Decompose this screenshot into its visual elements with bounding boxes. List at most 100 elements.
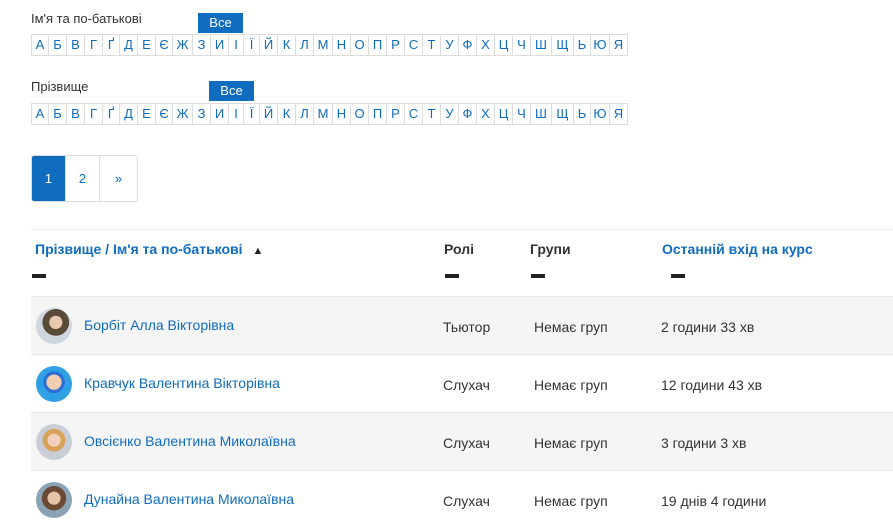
user-name-link[interactable]: Кравчук Валентина Вікторівна xyxy=(84,375,280,391)
last-name-letter-link[interactable]: Є xyxy=(156,104,173,124)
hide-groups-column-icon[interactable] xyxy=(531,274,545,278)
last-name-letter-link[interactable]: А xyxy=(32,104,49,124)
first-name-letter-link[interactable]: Х xyxy=(477,35,495,55)
hide-name-column-icon[interactable] xyxy=(32,274,46,278)
next-page-link[interactable]: » xyxy=(100,156,137,201)
last-name-letter-link[interactable]: И xyxy=(211,104,229,124)
first-name-letter-link[interactable]: Ґ xyxy=(103,35,120,55)
last-name-letter-link[interactable]: Я xyxy=(610,104,627,124)
first-name-letter-link[interactable]: С xyxy=(405,35,423,55)
last-access-cell: 12 години 43 хв xyxy=(661,377,763,393)
last-name-letter-link[interactable]: Л xyxy=(296,104,314,124)
last-name-letter-link[interactable]: Н xyxy=(333,104,351,124)
first-name-letter-link[interactable]: Я xyxy=(610,35,627,55)
last-name-letter-link[interactable]: Р xyxy=(387,104,405,124)
first-name-letter-link[interactable]: Ю xyxy=(591,35,610,55)
last-name-letter-link[interactable]: Ш xyxy=(531,104,552,124)
last-name-alphabet-bar: АБВГҐДЕЄЖЗИІЇЙКЛМНОПРСТУФХЦЧШЩЬЮЯ xyxy=(31,103,628,125)
table-row: Борбіт Алла Вікторівна Тьютор Немає груп… xyxy=(31,296,893,355)
last-name-letter-link[interactable]: Ч xyxy=(513,104,531,124)
last-access-cell: 3 години 3 хв xyxy=(661,435,747,451)
name-column-label: Прізвище / Ім'я та по-батькові xyxy=(35,241,243,257)
hide-roles-column-icon[interactable] xyxy=(445,274,459,278)
table-row: Дунайна Валентина Миколаївна Слухач Нема… xyxy=(31,470,893,529)
first-name-letter-link[interactable]: Ф xyxy=(459,35,477,55)
last-name-letter-link[interactable]: Т xyxy=(423,104,441,124)
last-name-letter-link[interactable]: Ю xyxy=(591,104,610,124)
first-name-letter-link[interactable]: Ц xyxy=(495,35,513,55)
last-name-letter-link[interactable]: Е xyxy=(138,104,156,124)
last-name-letter-link[interactable]: Ї xyxy=(244,104,260,124)
group-cell: Немає груп xyxy=(534,319,608,335)
last-name-letter-link[interactable]: Й xyxy=(260,104,278,124)
first-name-letter-link[interactable]: А xyxy=(32,35,49,55)
first-name-letter-link[interactable]: Ш xyxy=(531,35,552,55)
last-name-letter-link[interactable]: С xyxy=(405,104,423,124)
first-name-letter-link[interactable]: Г xyxy=(85,35,103,55)
last-name-letter-link[interactable]: У xyxy=(441,104,459,124)
first-name-letter-link[interactable]: Е xyxy=(138,35,156,55)
last-name-letter-link[interactable]: Х xyxy=(477,104,495,124)
last-name-letter-link[interactable]: Г xyxy=(85,104,103,124)
first-name-letter-link[interactable]: З xyxy=(193,35,211,55)
first-name-letter-link[interactable]: П xyxy=(369,35,387,55)
user-name-link[interactable]: Овсієнко Валентина Миколаївна xyxy=(84,433,296,449)
last-name-letter-link[interactable]: Ь xyxy=(574,104,591,124)
last-access-cell: 2 години 33 хв xyxy=(661,319,755,335)
user-avatar[interactable] xyxy=(36,308,72,344)
first-name-letter-link[interactable]: Ь xyxy=(574,35,591,55)
first-name-letter-link[interactable]: У xyxy=(441,35,459,55)
last-access-column-header[interactable]: Останній вхід на курс xyxy=(662,241,813,257)
first-name-letter-link[interactable]: І xyxy=(229,35,244,55)
first-name-letter-link[interactable]: К xyxy=(278,35,296,55)
first-name-letter-link[interactable]: Ї xyxy=(244,35,260,55)
last-name-letter-link[interactable]: К xyxy=(278,104,296,124)
name-column-header[interactable]: Прізвище / Ім'я та по-батькові ▲ xyxy=(35,241,263,257)
first-name-letter-link[interactable]: Ж xyxy=(173,35,193,55)
hide-last-access-column-icon[interactable] xyxy=(671,274,685,278)
table-header-divider xyxy=(31,229,893,230)
user-name-link[interactable]: Борбіт Алла Вікторівна xyxy=(84,317,234,333)
user-avatar[interactable] xyxy=(36,482,72,518)
first-name-letter-link[interactable]: И xyxy=(211,35,229,55)
role-cell: Слухач xyxy=(443,377,490,393)
first-name-all-button[interactable]: Все xyxy=(198,13,243,33)
first-name-letter-link[interactable]: Р xyxy=(387,35,405,55)
first-name-letter-link[interactable]: Н xyxy=(333,35,351,55)
last-name-letter-link[interactable]: Ґ xyxy=(103,104,120,124)
last-name-letter-link[interactable]: Ф xyxy=(459,104,477,124)
last-name-letter-link[interactable]: Б xyxy=(49,104,67,124)
page-2-link[interactable]: 2 xyxy=(66,156,100,201)
first-name-letter-link[interactable]: В xyxy=(67,35,85,55)
first-name-letter-link[interactable]: Є xyxy=(156,35,173,55)
first-name-letter-link[interactable]: О xyxy=(351,35,369,55)
first-name-letter-link[interactable]: Щ xyxy=(552,35,574,55)
first-name-letter-link[interactable]: Л xyxy=(296,35,314,55)
user-avatar[interactable] xyxy=(36,424,72,460)
last-name-letter-link[interactable]: П xyxy=(369,104,387,124)
last-name-letter-link[interactable]: О xyxy=(351,104,369,124)
first-name-letter-link[interactable]: Й xyxy=(260,35,278,55)
last-name-letter-link[interactable]: В xyxy=(67,104,85,124)
first-name-letter-link[interactable]: Б xyxy=(49,35,67,55)
last-name-letter-link[interactable]: Ж xyxy=(173,104,193,124)
last-name-letter-link[interactable]: Ц xyxy=(495,104,513,124)
role-cell: Слухач xyxy=(443,435,490,451)
first-name-letter-link[interactable]: М xyxy=(314,35,333,55)
groups-column-header: Групи xyxy=(530,241,571,257)
page-1-link[interactable]: 1 xyxy=(32,156,66,201)
last-access-cell: 19 днів 4 години xyxy=(661,493,767,509)
last-name-all-button[interactable]: Все xyxy=(209,81,254,101)
first-name-letter-link[interactable]: Т xyxy=(423,35,441,55)
last-name-letter-link[interactable]: Д xyxy=(120,104,138,124)
last-name-letter-link[interactable]: Щ xyxy=(552,104,574,124)
last-name-letter-link[interactable]: З xyxy=(193,104,211,124)
table-row: Овсієнко Валентина Миколаївна Слухач Нем… xyxy=(31,412,893,471)
user-name-link[interactable]: Дунайна Валентина Миколаївна xyxy=(84,491,294,507)
last-name-letter-link[interactable]: М xyxy=(314,104,333,124)
first-name-letter-link[interactable]: Ч xyxy=(513,35,531,55)
user-avatar[interactable] xyxy=(36,366,72,402)
last-name-letter-link[interactable]: І xyxy=(229,104,244,124)
last-name-filter-label: Прізвище xyxy=(31,79,89,94)
first-name-letter-link[interactable]: Д xyxy=(120,35,138,55)
